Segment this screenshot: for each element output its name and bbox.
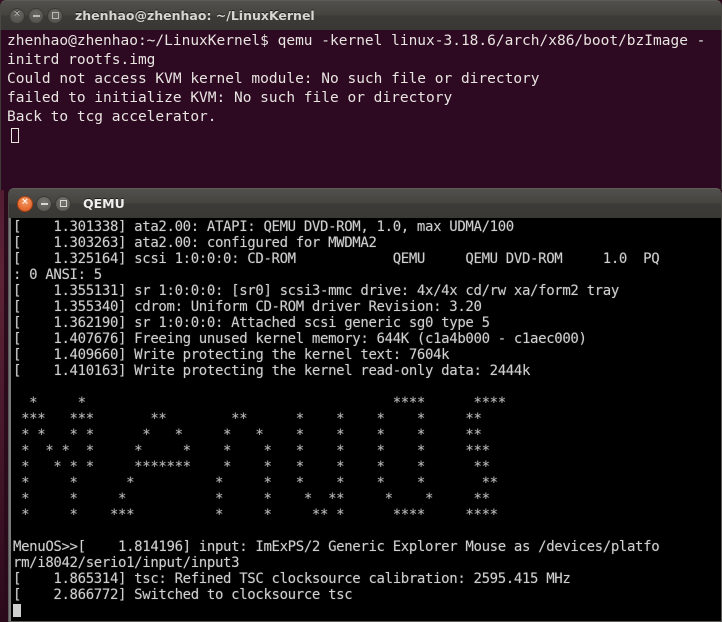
- close-icon[interactable]: ✕: [9, 7, 25, 24]
- menuos-prompt-line: MenuOS>>[ 1.814196] input: ImExPS/2 Gene…: [13, 539, 660, 555]
- terminal-output-area[interactable]: zhenhao@zhenhao:~/LinuxKernel$ qemu -ker…: [0, 30, 722, 190]
- ascii-art-line: * * * * * * * * * * * * ***: [13, 443, 490, 459]
- kernel-log-line: [ 1.325164] scsi 1:0:0:0: CD-ROM QEMU QE…: [13, 251, 660, 267]
- minimize-icon[interactable]: [28, 7, 44, 24]
- qemu-titlebar[interactable]: ✕ QEMU: [8, 188, 722, 218]
- qemu-title: QEMU: [83, 196, 125, 211]
- kernel-log-line: rm/i8042/serio1/input/input3: [13, 555, 240, 571]
- kernel-log-line: : 0 ANSI: 5: [13, 267, 102, 283]
- kernel-log-line: [ 1.303263] ata2.00: configured for MWDM…: [13, 235, 377, 251]
- ascii-art-line: *** *** ** ** * * * * **: [13, 411, 482, 427]
- terminal-title: zhenhao@zhenhao: ~/LinuxKernel: [75, 8, 315, 23]
- kernel-log-line: [ 1.301338] ata2.00: ATAPI: QEMU DVD-ROM…: [13, 219, 514, 235]
- kernel-log-line: [ 1.355340] cdrom: Uniform CD-ROM driver…: [13, 299, 482, 315]
- ascii-art-line: * * *** * * ** * **** ****: [13, 507, 498, 523]
- qemu-prompt-line: [9, 603, 721, 619]
- ascii-art-line: * * * * ******* * * * * * * **: [13, 459, 490, 475]
- qemu-window-controls[interactable]: ✕: [17, 195, 71, 212]
- terminal-line: Could not access KVM kernel module: No s…: [7, 71, 540, 87]
- kernel-log-line: [ 1.407676] Freeing unused kernel memory…: [13, 331, 587, 347]
- terminal-prompt-line: [3, 127, 721, 146]
- maximize-icon[interactable]: [47, 7, 63, 24]
- qemu-cursor: [13, 604, 21, 617]
- terminal-line: Back to tcg accelerator.: [7, 109, 217, 125]
- desktop: ✕ zhenhao@zhenhao: ~/LinuxKernel zhenhao…: [0, 0, 722, 622]
- terminal-window[interactable]: ✕ zhenhao@zhenhao: ~/LinuxKernel zhenhao…: [0, 0, 722, 190]
- kernel-log-line: [ 1.362190] sr 1:0:0:0: Attached scsi ge…: [13, 315, 490, 331]
- qemu-console-left-border: [9, 218, 11, 621]
- terminal-line: failed to initialize KVM: No such file o…: [7, 90, 453, 106]
- close-icon[interactable]: ✕: [17, 195, 33, 212]
- terminal-line: initrd rootfs.img: [7, 52, 156, 68]
- terminal-titlebar[interactable]: ✕ zhenhao@zhenhao: ~/LinuxKernel: [0, 0, 722, 30]
- minimize-icon[interactable]: [36, 195, 52, 212]
- qemu-window[interactable]: ✕ QEMU [ 1.301338] ata2.00: ATAPI: QEMU …: [8, 188, 722, 622]
- ascii-art-line: * * * * * * ** * * **: [13, 491, 490, 507]
- kernel-log-line: [ 1.409660] Write protecting the kernel …: [13, 347, 450, 363]
- maximize-icon[interactable]: [55, 195, 71, 212]
- kernel-log-line: [ 1.865314] tsc: Refined TSC clocksource…: [13, 571, 571, 587]
- ascii-art-line: * * * * * * * * * * * * **: [13, 427, 482, 443]
- kernel-log-line: [ 1.410163] Write protecting the kernel …: [13, 363, 531, 379]
- terminal-cursor: [11, 128, 19, 143]
- kernel-log-line: [ 1.355131] sr 1:0:0:0: [sr0] scsi3-mmc …: [13, 283, 619, 299]
- ascii-art-line: * * * * * * * * * **: [13, 475, 498, 491]
- terminal-window-controls[interactable]: ✕: [9, 7, 63, 24]
- qemu-console[interactable]: [ 1.301338] ata2.00: ATAPI: QEMU DVD-ROM…: [8, 218, 722, 622]
- kernel-log-line: [ 2.866772] Switched to clocksource tsc: [13, 587, 353, 603]
- terminal-line: zhenhao@zhenhao:~/LinuxKernel$ qemu -ker…: [7, 33, 706, 49]
- ascii-art-line: * * **** ****: [13, 395, 506, 411]
